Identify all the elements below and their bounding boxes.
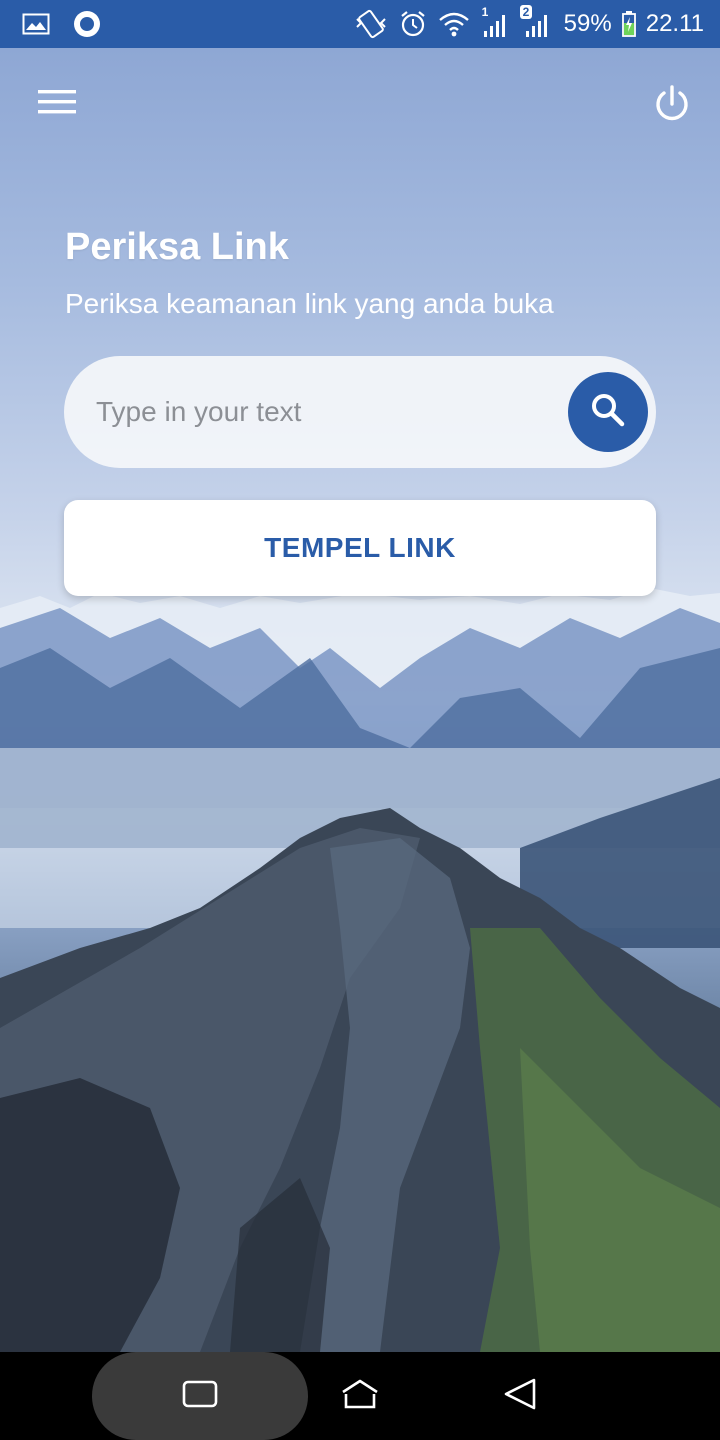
page-title: Periksa Link (65, 226, 289, 268)
home-icon (340, 1378, 380, 1415)
search-icon (589, 391, 627, 434)
battery-charging-icon (621, 11, 636, 37)
vibrate-icon (354, 9, 388, 39)
navigation-bar (0, 1352, 720, 1440)
page-subtitle: Periksa keamanan link yang anda buka (65, 288, 554, 319)
wifi-icon (438, 10, 470, 38)
status-bar: 1 2 59% 22.11 (0, 0, 720, 48)
back-button[interactable] (498, 1374, 542, 1418)
clock-time: 22.11 (645, 10, 704, 37)
paste-link-label: TEMPEL LINK (264, 532, 456, 563)
search-bar (64, 356, 656, 468)
signal-icon: 2 (519, 5, 554, 39)
signal-icon: 1 (480, 5, 512, 39)
alarm-icon (398, 9, 428, 39)
back-icon (502, 1377, 538, 1416)
battery-percentage: 59% (563, 10, 612, 37)
power-icon (652, 84, 692, 129)
gallery-icon (22, 13, 50, 35)
sync-circle-icon (72, 9, 102, 39)
paste-link-button[interactable]: TEMPEL LINK (64, 500, 656, 596)
home-button[interactable] (338, 1374, 382, 1418)
power-button[interactable] (646, 80, 698, 132)
recent-apps-icon (182, 1380, 218, 1413)
hamburger-menu-button[interactable] (30, 84, 84, 124)
search-input[interactable] (96, 382, 556, 442)
sim-2-badge: 2 (519, 5, 533, 19)
recent-apps-button[interactable] (178, 1374, 222, 1418)
hamburger-menu-icon (38, 89, 76, 120)
sim-1-badge: 1 (481, 5, 489, 19)
search-button[interactable] (568, 372, 648, 452)
